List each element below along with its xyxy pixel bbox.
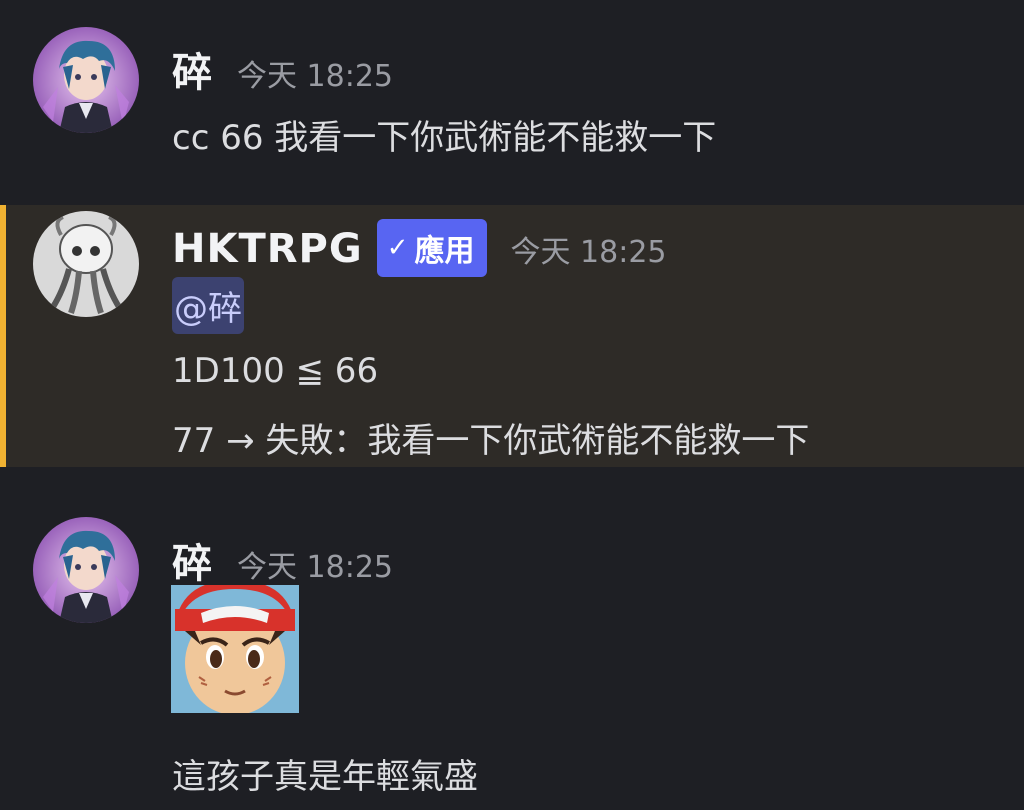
user-mention[interactable]: @碎 [172, 277, 244, 334]
message-1[interactable]: 碎 今天 18:25 cc 66 我看一下你武術能不能救一下 [0, 0, 1024, 205]
timestamp: 今天 18:25 [237, 550, 393, 585]
message-text: 這孩子真是年輕氣盛 [172, 757, 478, 797]
user-avatar-icon[interactable] [33, 27, 139, 133]
dice-result-line: 77 → 失敗：我看一下你武術能不能救一下 [172, 421, 810, 461]
chat-log: 碎 今天 18:25 cc 66 我看一下你武術能不能救一下 HKTRPG ✓ … [0, 0, 1024, 810]
bot-author-name[interactable]: HKTRPG [172, 226, 363, 272]
message-3[interactable]: 碎 今天 18:25 這孩子真是年輕氣盛 [0, 467, 1024, 810]
app-badge: ✓ 應用 [376, 219, 487, 277]
timestamp: 今天 18:25 [237, 59, 393, 94]
sticker-image-icon[interactable] [171, 585, 299, 713]
timestamp: 今天 18:25 [510, 235, 667, 270]
message-text: cc 66 我看一下你武術能不能救一下 [172, 118, 717, 158]
bot-avatar-icon[interactable] [33, 211, 139, 317]
app-badge-label: 應用 [414, 234, 475, 269]
dice-roll-line: 1D100 ≦ 66 [172, 351, 379, 391]
user-avatar-icon[interactable] [33, 517, 139, 623]
author-name[interactable]: 碎 [172, 531, 213, 589]
author-name[interactable]: 碎 [172, 40, 213, 98]
message-2[interactable]: HKTRPG ✓ 應用 今天 18:25 @碎 1D100 ≦ 66 77 → … [0, 205, 1024, 467]
verified-check-icon: ✓ [386, 233, 409, 263]
